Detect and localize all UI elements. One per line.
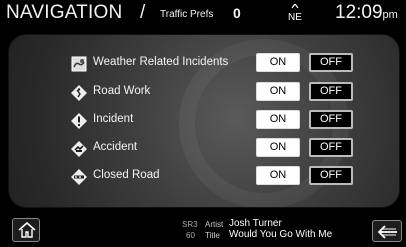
weather-icon	[71, 56, 87, 72]
traffic-count: 0	[233, 5, 241, 21]
off-button[interactable]: OFF	[309, 110, 353, 129]
setting-row-accident: Accident ON OFF	[9, 137, 399, 159]
accident-icon	[71, 141, 87, 157]
radio-band: SR3	[182, 220, 198, 229]
clock-time: 12:09	[335, 2, 383, 23]
setting-label: Incident	[93, 113, 134, 125]
on-button[interactable]: ON	[256, 138, 300, 157]
off-button[interactable]: OFF	[309, 82, 353, 101]
on-button[interactable]: ON	[256, 110, 300, 129]
back-arrow-icon	[378, 225, 397, 239]
setting-label: Accident	[93, 141, 138, 153]
page-subtitle: Traffic Prefs	[160, 9, 214, 20]
song-title: Would You Go With Me	[229, 229, 333, 240]
back-button[interactable]	[372, 220, 402, 242]
off-button[interactable]: OFF	[309, 138, 353, 157]
artist-label: Artist	[205, 220, 224, 229]
clock-ampm: pm	[382, 9, 398, 21]
road-work-icon	[71, 85, 87, 101]
on-button[interactable]: ON	[256, 53, 300, 72]
setting-row-weather: Weather Related Incidents ON OFF	[9, 52, 399, 74]
artist-name: Josh Turner	[229, 218, 282, 229]
traffic-prefs-panel: Weather Related Incidents ON OFF Road Wo…	[8, 34, 400, 208]
radio-channel: 60	[186, 231, 195, 240]
title-separator: /	[140, 2, 146, 23]
on-button[interactable]: ON	[256, 166, 300, 185]
setting-label: Road Work	[93, 85, 151, 97]
compass-icon: NE	[288, 4, 302, 22]
compass-heading: NE	[288, 12, 302, 22]
closed-road-icon	[71, 169, 87, 185]
off-button[interactable]: OFF	[309, 53, 353, 72]
home-icon	[18, 222, 36, 238]
compass-indicator: NE	[285, 4, 305, 22]
setting-label: Closed Road	[93, 169, 160, 181]
incident-icon	[71, 113, 87, 129]
setting-row-closed-road: Closed Road ON OFF	[9, 165, 399, 187]
title-label: Title	[205, 231, 220, 240]
home-button[interactable]	[12, 218, 40, 242]
header-bar: NAVIGATION / Traffic Prefs 0 NE 12:09pm	[0, 0, 406, 32]
setting-row-incident: Incident ON OFF	[9, 109, 399, 131]
on-button[interactable]: ON	[256, 82, 300, 101]
clock: 12:09pm	[335, 2, 398, 24]
setting-row-road-work: Road Work ON OFF	[9, 81, 399, 103]
footer-bar: SR3 60 Artist Title Josh Turner Would Yo…	[0, 208, 406, 247]
setting-label: Weather Related Incidents	[93, 56, 229, 68]
screen: NAVIGATION / Traffic Prefs 0 NE 12:09pm …	[0, 0, 406, 247]
page-title: NAVIGATION	[6, 2, 123, 23]
off-button[interactable]: OFF	[309, 166, 353, 185]
